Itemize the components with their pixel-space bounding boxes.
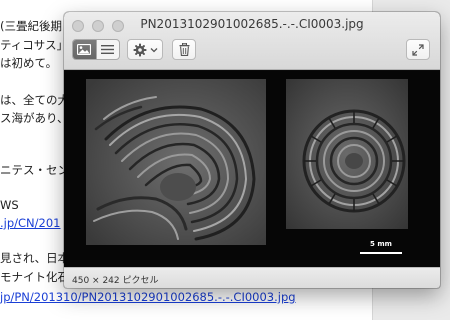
doc-text-line: モナイト化石: [0, 270, 69, 284]
scale-bar-label: 5 mm: [370, 240, 392, 248]
doc-text-line: 見され、日本: [0, 251, 70, 265]
view-list-button[interactable]: [95, 40, 119, 59]
gear-icon: [133, 43, 146, 56]
window-title: PN2013102901002685.-.-.CI0003.jpg: [140, 17, 364, 31]
image-view-icon: [77, 44, 92, 55]
doc-text-line: は初めて。: [0, 56, 58, 70]
doc-text-line: ス海があり、: [0, 111, 69, 125]
scale-bar: [360, 252, 402, 254]
list-view-icon: [101, 45, 115, 54]
ammonite-fossil-photo-right: [286, 79, 408, 229]
image-canvas[interactable]: 5 mm: [64, 71, 440, 267]
doc-image-link[interactable]: jp/PN/201310/PN2013102901002685.-.-.CI00…: [0, 290, 296, 304]
doc-link[interactable]: .jp/CN/201: [0, 216, 60, 230]
delete-button[interactable]: [172, 39, 196, 60]
close-window-button[interactable]: [72, 20, 84, 32]
fullscreen-button[interactable]: [406, 39, 430, 60]
zoom-window-button[interactable]: [112, 20, 124, 32]
doc-text-line: は、全ての大: [0, 93, 69, 107]
ammonite-fossil-photo-left: [86, 79, 266, 245]
view-mode-segmented-control[interactable]: [72, 39, 120, 60]
action-menu-button[interactable]: [127, 39, 163, 60]
doc-text-line: WS: [0, 198, 19, 212]
doc-text-line: (三畳紀後期: [0, 19, 62, 33]
image-dimensions-label: 450 × 242 ピクセル: [72, 276, 159, 286]
expand-arrows-icon: [412, 43, 424, 56]
status-bar: 450 × 242 ピクセル: [64, 267, 440, 288]
preview-window: PN2013102901002685.-.-.CI0003.jpg 5 mm 4…: [64, 12, 440, 288]
view-thumbnail-button[interactable]: [73, 40, 96, 59]
minimize-window-button[interactable]: [92, 20, 104, 32]
doc-text-line: ニテス・セン: [0, 163, 69, 177]
trash-icon: [179, 43, 189, 56]
doc-text-line: ティコサス」: [0, 38, 69, 52]
chevron-down-icon: [150, 47, 157, 52]
window-titlebar[interactable]: PN2013102901002685.-.-.CI0003.jpg: [64, 12, 440, 70]
